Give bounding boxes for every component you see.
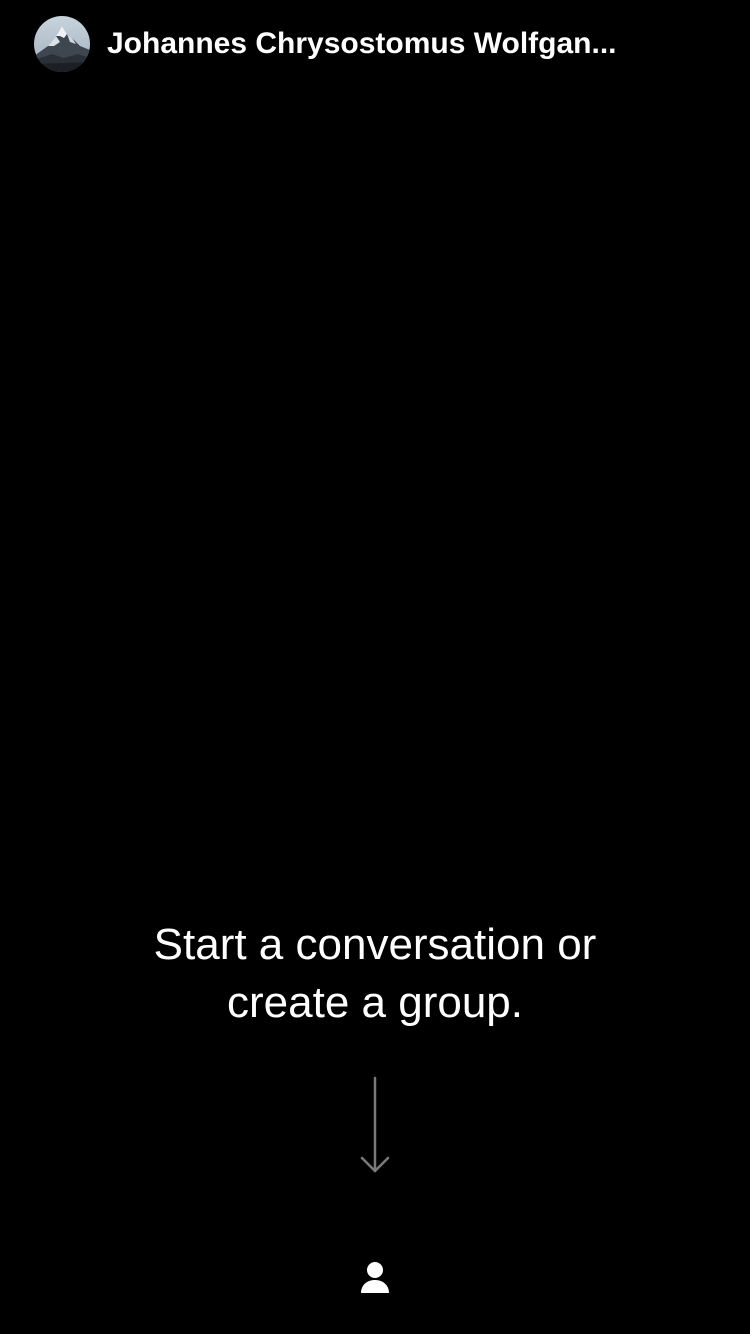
empty-state-line-2: create a group. bbox=[227, 978, 523, 1027]
empty-state-message: Start a conversation or create a group. bbox=[0, 916, 750, 1032]
profile-avatar[interactable] bbox=[34, 16, 90, 72]
top-bar: Johannes Chrysostomus Wolfgan... bbox=[0, 0, 750, 88]
profile-name[interactable]: Johannes Chrysostomus Wolfgan... bbox=[107, 24, 667, 64]
arrow-down-icon bbox=[359, 1076, 391, 1176]
person-icon bbox=[361, 1262, 389, 1293]
empty-state-line-1: Start a conversation or bbox=[153, 920, 597, 969]
contacts-button[interactable] bbox=[345, 1248, 405, 1308]
mountain-avatar-icon bbox=[34, 16, 90, 72]
